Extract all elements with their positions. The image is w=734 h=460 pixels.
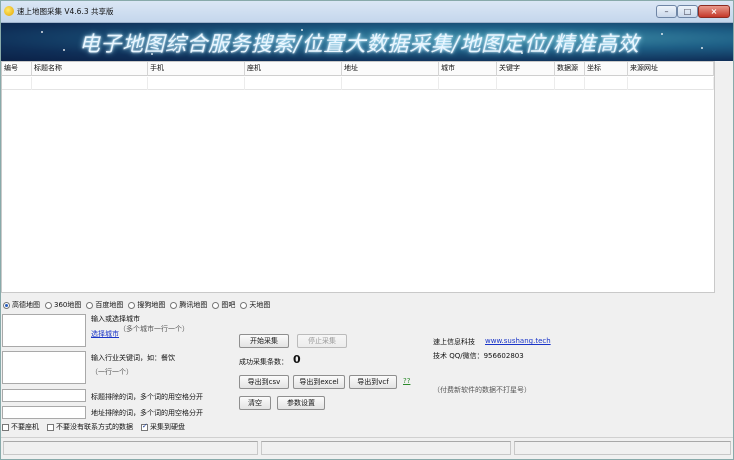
export-vcf-button[interactable]: 导出到vcf bbox=[349, 375, 397, 389]
app-icon bbox=[4, 6, 14, 16]
radio-amap[interactable]: 高德地图 bbox=[3, 300, 40, 310]
banner-slogan: 电子地图综合服务搜索/位置大数据采集/地图定位/精准高效 bbox=[79, 32, 640, 56]
radio-sogou[interactable]: 搜狗地图 bbox=[128, 300, 165, 310]
radio-tianditu[interactable]: 天地图 bbox=[240, 300, 270, 310]
checkbox-icon[interactable] bbox=[141, 422, 148, 431]
radio-baidu[interactable]: 百度地图 bbox=[86, 300, 123, 310]
company-name: 速上信息科技 bbox=[433, 338, 475, 346]
app-window: 速上地图采集 V4.6.3 共享版 – □ × 电子地图综合服务搜索/位置大数据… bbox=[0, 0, 734, 460]
banner: 电子地图综合服务搜索/位置大数据采集/地图定位/精准高效 bbox=[1, 23, 733, 61]
radio-tencent[interactable]: 腾讯地图 bbox=[170, 300, 207, 310]
keyword-label: 输入行业关键词，如：餐饮 bbox=[91, 354, 175, 362]
clear-button[interactable]: 清空 bbox=[239, 396, 271, 410]
checkbox-icon[interactable] bbox=[2, 423, 9, 431]
start-button[interactable]: 开始采集 bbox=[239, 334, 289, 348]
radio-icon[interactable] bbox=[45, 301, 52, 309]
export-csv-button[interactable]: 导出到csv bbox=[239, 375, 289, 389]
paid-note: （付费新软件的数据不打星号） bbox=[433, 386, 531, 394]
column-header[interactable]: 数据源 bbox=[555, 62, 585, 76]
settings-button[interactable]: 参数设置 bbox=[277, 396, 325, 410]
keyword-input[interactable] bbox=[2, 351, 86, 384]
column-header[interactable]: 城市 bbox=[439, 62, 497, 76]
map-source-selector: 高德地图 360地图 百度地图 搜狗地图 腾讯地图 图吧 天地图 bbox=[3, 299, 273, 311]
address-exclude-label: 地址排除的词，多个词的用空格分开 bbox=[91, 409, 203, 417]
options-row: 不要座机 不要没有联系方式的数据 采集到硬盘 bbox=[2, 422, 193, 432]
success-count-value: 0 bbox=[293, 353, 301, 366]
column-header[interactable]: 关键字 bbox=[497, 62, 555, 76]
radio-icon[interactable] bbox=[212, 301, 220, 309]
radio-icon[interactable] bbox=[128, 301, 136, 309]
export-excel-button[interactable]: 导出到excel bbox=[293, 375, 345, 389]
radio-icon[interactable] bbox=[170, 301, 178, 309]
no-contact-option[interactable]: 不要没有联系方式的数据 bbox=[47, 422, 133, 432]
status-segment bbox=[261, 441, 511, 455]
checkbox-icon[interactable] bbox=[47, 423, 54, 431]
close-button[interactable]: × bbox=[698, 5, 730, 18]
keyword-hint: （一行一个） bbox=[91, 368, 133, 376]
maximize-button[interactable]: □ bbox=[677, 5, 698, 18]
window-title: 速上地图采集 V4.6.3 共享版 bbox=[17, 7, 114, 16]
success-count-label: 成功采集条数： bbox=[239, 358, 288, 366]
title-exclude-label: 标题排除的词，多个词的用空格分开 bbox=[91, 393, 203, 401]
title-bar[interactable]: 速上地图采集 V4.6.3 共享版 – □ × bbox=[1, 1, 733, 23]
city-input[interactable] bbox=[2, 314, 86, 347]
column-header[interactable]: 编号 bbox=[2, 62, 32, 76]
column-header[interactable]: 坐标 bbox=[585, 62, 628, 76]
minimize-button[interactable]: – bbox=[656, 5, 677, 18]
table-header: 编号 标题名称 手机 座机 地址 城市 关键字 数据源 坐标 来源网址 bbox=[2, 62, 714, 76]
radio-360[interactable]: 360地图 bbox=[45, 300, 81, 310]
title-exclude-input[interactable] bbox=[2, 389, 86, 402]
table-row[interactable] bbox=[2, 77, 714, 90]
status-segment bbox=[3, 441, 258, 455]
website-link[interactable]: www.sushang.tech bbox=[485, 337, 551, 345]
column-header[interactable]: 标题名称 bbox=[32, 62, 148, 76]
radio-icon[interactable] bbox=[3, 301, 10, 309]
radio-tuba[interactable]: 图吧 bbox=[212, 300, 235, 310]
city-hint: （多个城市一行一个） bbox=[119, 325, 189, 333]
radio-icon[interactable] bbox=[86, 301, 94, 309]
column-header[interactable]: 座机 bbox=[245, 62, 342, 76]
radio-icon[interactable] bbox=[240, 301, 248, 309]
column-header[interactable]: 地址 bbox=[342, 62, 439, 76]
stop-button[interactable]: 停止采集 bbox=[297, 334, 347, 348]
address-exclude-input[interactable] bbox=[2, 406, 86, 419]
results-table[interactable]: 编号 标题名称 手机 座机 地址 城市 关键字 数据源 坐标 来源网址 bbox=[1, 61, 715, 293]
table-side-gutter bbox=[715, 61, 733, 293]
column-header[interactable]: 来源网址 bbox=[628, 62, 714, 76]
save-to-disk-option[interactable]: 采集到硬盘 bbox=[141, 422, 185, 432]
status-segment bbox=[514, 441, 731, 455]
column-header[interactable]: 手机 bbox=[148, 62, 245, 76]
help-link[interactable]: ?? bbox=[403, 377, 410, 385]
no-landline-option[interactable]: 不要座机 bbox=[2, 422, 39, 432]
status-bar bbox=[1, 437, 733, 459]
select-city-link[interactable]: 选择城市 bbox=[91, 329, 119, 339]
contact-info: 技术 QQ/微信：956602803 bbox=[433, 352, 524, 360]
city-label: 输入或选择城市 bbox=[91, 315, 140, 323]
